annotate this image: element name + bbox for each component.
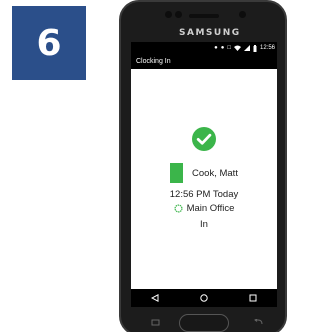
earpiece-speaker — [189, 14, 219, 18]
android-nav-bar — [131, 289, 277, 307]
status-bar: ● ● □ 12:56 — [131, 42, 277, 54]
clock-in-time: 12:56 PM Today — [169, 189, 239, 200]
location-name: Main Office — [186, 203, 235, 214]
step-number: 6 — [36, 22, 62, 64]
hardware-back-icon[interactable] — [253, 319, 263, 326]
clock-status: In — [200, 219, 208, 230]
alarm-icon: ● — [220, 45, 225, 51]
phone-top-sensors — [121, 10, 285, 24]
employee-row: Cook, Matt — [131, 162, 277, 184]
step-number-badge: 6 — [12, 6, 86, 80]
app-bar: Clocking In — [131, 54, 277, 69]
employee-name: Cook, Matt — [192, 167, 238, 179]
employee-color-swatch — [170, 163, 184, 183]
hardware-recents-icon[interactable] — [151, 319, 161, 326]
nfc-icon: □ — [227, 45, 231, 51]
hardware-keys — [121, 314, 285, 332]
device-brand: SAMSUNG — [179, 28, 241, 38]
recents-icon[interactable] — [248, 293, 258, 303]
home-icon[interactable] — [199, 293, 209, 303]
check-circle-icon — [192, 127, 216, 151]
wifi-icon — [233, 45, 241, 51]
battery-icon — [253, 44, 257, 52]
location-icon: ● — [214, 45, 218, 51]
front-camera-icon — [165, 11, 172, 18]
phone-device: SAMSUNG ● ● □ 12:56 Clocking In Cook, Ma… — [119, 0, 287, 332]
back-icon[interactable] — [150, 293, 160, 303]
location-row: Main Office — [131, 203, 277, 214]
clock-in-confirmation: Cook, Matt 12:56 PM Today Main Office In — [131, 127, 277, 230]
phone-screen: ● ● □ 12:56 Clocking In Cook, Matt 12:56… — [131, 42, 277, 307]
signal-icon — [243, 45, 250, 51]
location-ring-icon — [174, 204, 183, 213]
app-bar-title: Clocking In — [136, 58, 171, 65]
status-time: 12:56 — [259, 45, 275, 51]
selfie-camera-icon — [239, 11, 246, 18]
proximity-sensor-icon — [175, 11, 182, 18]
hardware-home-button[interactable] — [179, 314, 229, 332]
